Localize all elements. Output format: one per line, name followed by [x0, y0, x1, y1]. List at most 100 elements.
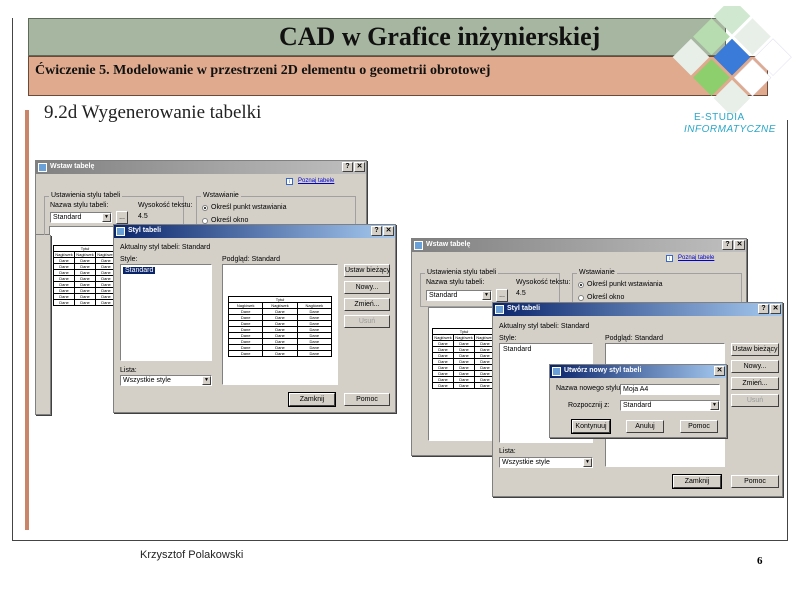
- preview-table-cell: Dane: [227, 350, 264, 357]
- new-style-name-input[interactable]: Moja A4: [620, 384, 720, 395]
- slide-frame-bottom: [12, 540, 788, 541]
- combo-value: Wszystkie style: [502, 459, 550, 466]
- close-title-button[interactable]: ✕: [770, 304, 781, 314]
- current-style-label: Aktualny styl tabeli: Standard: [499, 323, 590, 330]
- styles-label: Style:: [120, 256, 138, 263]
- dialog-title: Wstaw tabelę: [50, 163, 95, 170]
- slide-subtitle: Ćwiczenie 5. Modelowanie w przestrzeni 2…: [35, 63, 491, 78]
- logo-text-line1: E-STUDIA: [694, 112, 745, 123]
- set-current-button[interactable]: Ustaw bieżący: [731, 343, 779, 356]
- slide-frame-left-top: [12, 18, 13, 98]
- app-icon: [552, 367, 561, 376]
- dialog-titlebar: Wstaw tabelę ? ✕: [412, 239, 746, 252]
- group-caption: Ustawienia stylu tabeli: [425, 269, 499, 276]
- browse-button[interactable]: ...: [496, 289, 508, 302]
- text-height-label: Wysokość tekstu:: [138, 202, 193, 209]
- new-style-button[interactable]: Nowy...: [731, 360, 779, 373]
- app-icon: [495, 305, 504, 314]
- chevron-down-icon: ▼: [583, 458, 592, 467]
- table-row: Dane Dane Dane: [432, 382, 496, 389]
- dialog-titlebar: Wstaw tabelę ? ✕: [36, 161, 366, 174]
- insert-point-radio[interactable]: [578, 282, 584, 288]
- current-style-label: Aktualny styl tabeli: Standard: [120, 244, 211, 251]
- style-name-combo[interactable]: Standard ▼: [50, 212, 112, 223]
- style-name-combo[interactable]: Standard ▼: [426, 290, 492, 301]
- help-title-button[interactable]: ?: [758, 304, 769, 314]
- text-height-label: Wysokość tekstu:: [516, 279, 571, 286]
- group-caption: Wstawianie: [577, 269, 617, 276]
- close-title-button[interactable]: ✕: [734, 240, 745, 250]
- start-with-combo[interactable]: Standard ▼: [620, 400, 720, 411]
- style-name-label: Nazwa stylu tabeli:: [426, 279, 485, 286]
- combo-value: Standard: [429, 292, 458, 299]
- insert-point-label: Określ punkt wstawiania: [211, 204, 287, 211]
- dialog-title: Wstaw tabelę: [426, 241, 471, 248]
- e-studia-logo: [672, 6, 792, 114]
- learn-tables-link[interactable]: Poznaj tabele: [298, 178, 334, 184]
- group-caption: Ustawienia stylu tabeli: [49, 192, 123, 199]
- insert-window-label: Określ okno: [211, 217, 249, 224]
- combo-value: Standard: [53, 214, 82, 221]
- set-current-button[interactable]: Ustaw bieżący: [344, 264, 390, 277]
- style-preview-box: Tytuł Nagłówek Nagłówek Nagłówek Dane Dane Dan…: [222, 264, 338, 385]
- style-item-standard[interactable]: Standard: [503, 346, 531, 353]
- dialog-titlebar: Styl tabeli ? ✕: [114, 225, 395, 238]
- chevron-down-icon: ▼: [202, 376, 211, 385]
- new-style-button[interactable]: Nowy...: [344, 281, 390, 294]
- subtitle-bar: Ćwiczenie 5. Modelowanie w przestrzeni 2…: [28, 56, 768, 96]
- styles-label: Style:: [499, 335, 517, 342]
- table-row: Dane Dane Dane: [53, 299, 117, 306]
- continue-button[interactable]: Kontynuuj: [571, 419, 611, 434]
- close-button[interactable]: Zamknij: [672, 474, 722, 489]
- table-style-dialog-left: Styl tabeli ? ✕ Aktualny styl tabeli: St…: [113, 224, 396, 413]
- style-item-standard[interactable]: Standard: [123, 267, 156, 274]
- insert-table-dialog-left-body: [35, 235, 51, 415]
- input-value: Moja A4: [623, 386, 649, 393]
- close-title-button[interactable]: ✕: [383, 226, 394, 236]
- styles-list[interactable]: Standard: [120, 264, 212, 361]
- preview-table: Tytuł Nagłówek Nagłówek Nagłówek Dane Dane Dan…: [53, 245, 117, 306]
- dialog-title: Utwórz nowy styl tabeli: [564, 367, 642, 374]
- delete-style-button[interactable]: Usuń: [344, 315, 390, 328]
- preview-label: Podgląd: Standard: [605, 335, 663, 342]
- app-icon: [38, 163, 47, 172]
- text-height-value: 4.5: [138, 213, 148, 220]
- list-filter-combo[interactable]: Wszystkie style ▼: [120, 375, 212, 386]
- help-title-button[interactable]: ?: [722, 240, 733, 250]
- browse-button[interactable]: ...: [116, 211, 128, 224]
- combo-value: Standard: [623, 402, 652, 409]
- close-title-button[interactable]: ✕: [354, 162, 365, 172]
- page-number: 6: [757, 555, 763, 567]
- list-label: Lista:: [499, 448, 516, 455]
- close-title-button[interactable]: ✕: [714, 366, 725, 376]
- preview-table: Tytuł Nagłówek Nagłówek Nagłówek Dane Dane Dan…: [432, 328, 496, 389]
- preview-table-cell: Dane: [262, 350, 298, 357]
- insert-point-radio[interactable]: [202, 205, 208, 211]
- preview-table-cell: Dane: [296, 350, 333, 357]
- list-label: Lista:: [120, 367, 137, 374]
- info-icon: i: [666, 255, 673, 262]
- cancel-button[interactable]: Anuluj: [626, 420, 664, 433]
- learn-tables-link[interactable]: Poznaj tabele: [678, 255, 714, 261]
- start-with-label: Rozpocznij z:: [568, 402, 610, 409]
- modify-style-button[interactable]: Zmień...: [344, 298, 390, 311]
- close-button[interactable]: Zamknij: [288, 392, 336, 407]
- text-height-value: 4.5: [516, 290, 526, 297]
- chevron-down-icon: ▼: [102, 213, 111, 222]
- logo-text-line2: INFORMATYCZNE: [684, 124, 776, 135]
- footer-author: Krzysztof Polakowski: [140, 549, 244, 561]
- delete-style-button[interactable]: Usuń: [731, 394, 779, 407]
- help-title-button[interactable]: ?: [342, 162, 353, 172]
- list-filter-combo[interactable]: Wszystkie style ▼: [499, 457, 593, 468]
- info-icon: i: [286, 178, 293, 185]
- insert-window-radio[interactable]: [578, 295, 584, 301]
- accent-line: [25, 110, 29, 530]
- insert-window-label: Określ okno: [587, 294, 625, 301]
- help-button[interactable]: Pomoc: [344, 393, 390, 406]
- help-button[interactable]: Pomoc: [731, 475, 779, 488]
- style-name-label: Nazwa stylu tabeli:: [50, 202, 109, 209]
- help-button[interactable]: Pomoc: [680, 420, 718, 433]
- help-title-button[interactable]: ?: [371, 226, 382, 236]
- modify-style-button[interactable]: Zmień...: [731, 377, 779, 390]
- slide-frame-left: [12, 96, 13, 540]
